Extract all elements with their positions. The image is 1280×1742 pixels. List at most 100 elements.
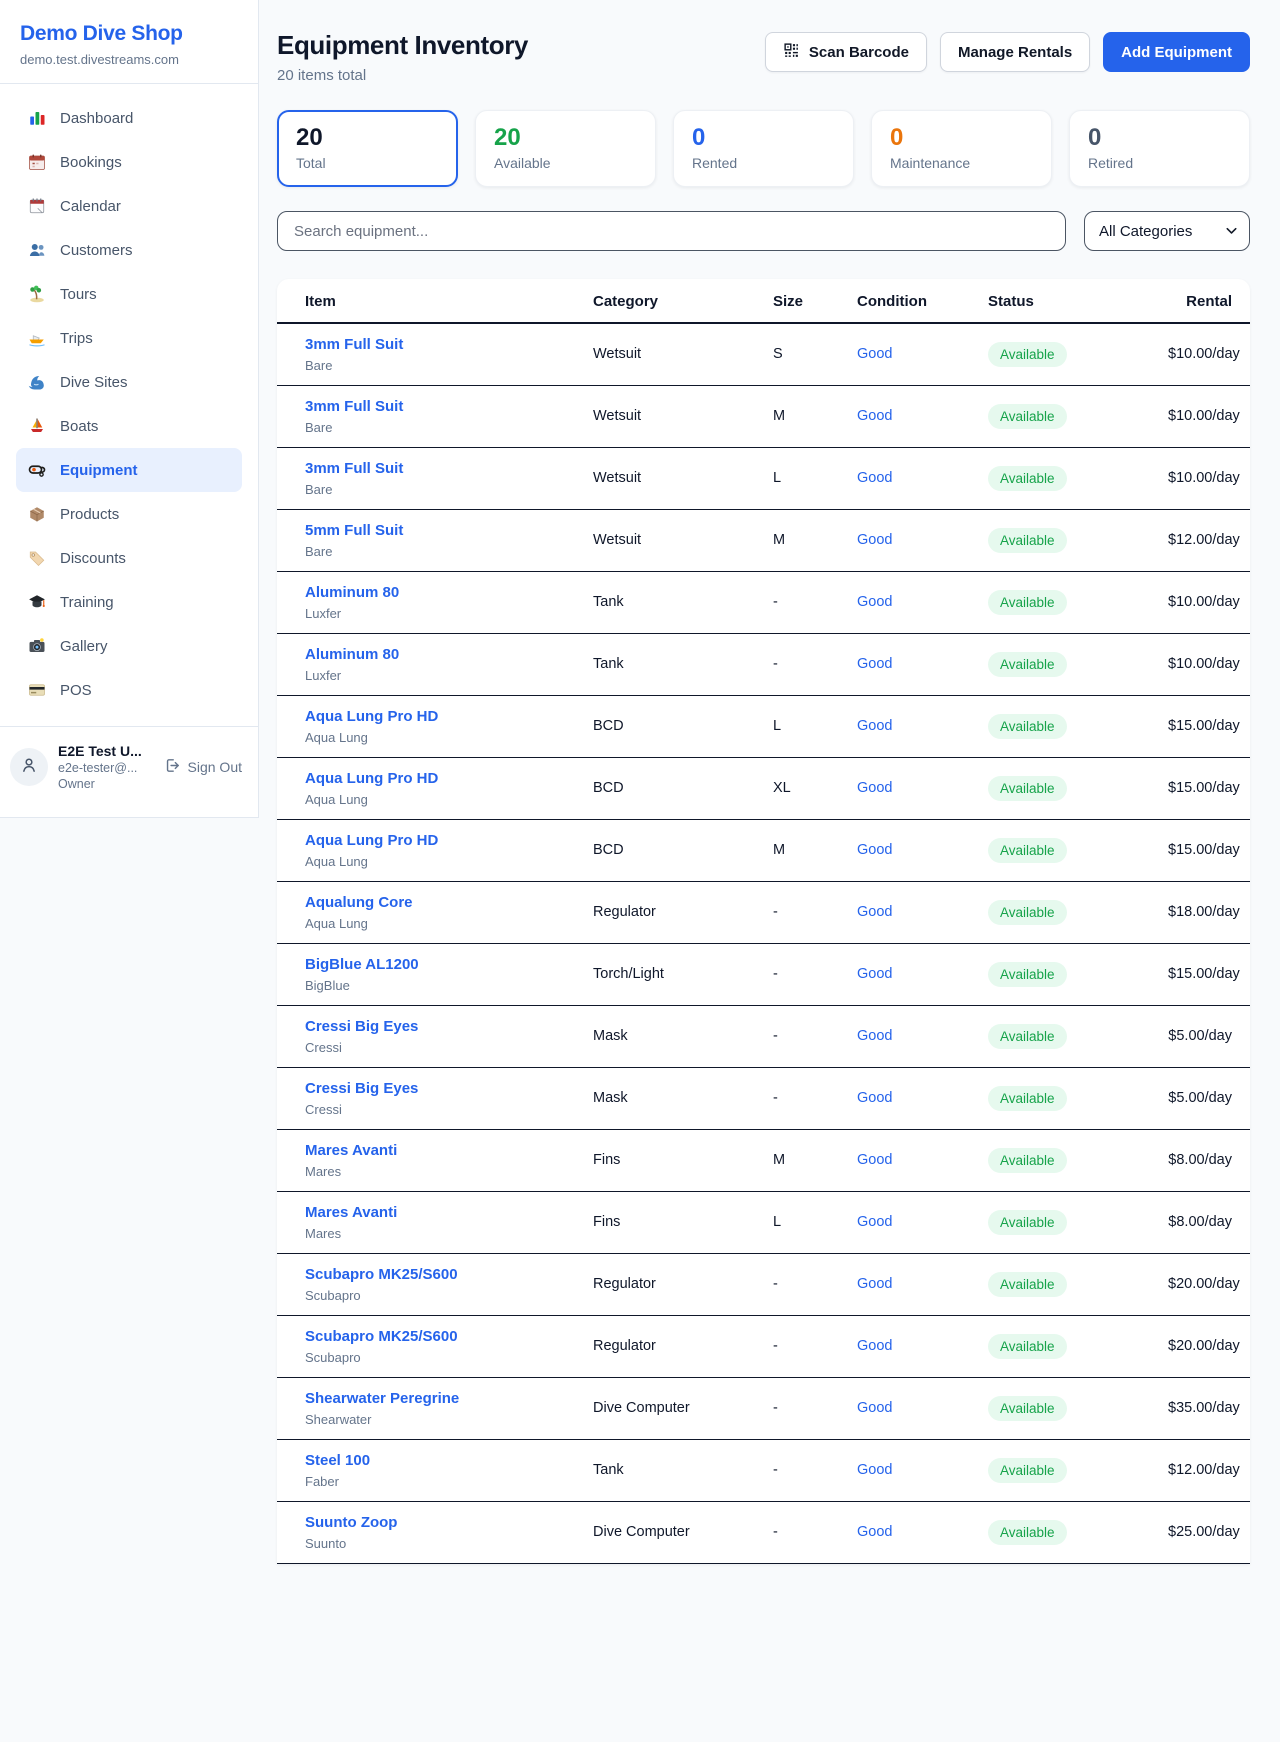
cell-size: - (763, 1501, 847, 1563)
cell-status: Available (978, 1129, 1158, 1191)
sidebar-item-products[interactable]: Products (16, 492, 242, 536)
sidebar-item-dashboard[interactable]: Dashboard (16, 96, 242, 140)
cell-status: Available (978, 1005, 1158, 1067)
condition-link[interactable]: Good (857, 1090, 892, 1106)
cell-status: Available (978, 509, 1158, 571)
condition-link[interactable]: Good (857, 656, 892, 672)
condition-link[interactable]: Good (857, 408, 892, 424)
cell-size: L (763, 447, 847, 509)
category-select[interactable]: All Categories (1084, 211, 1250, 251)
cell-status: Available (978, 447, 1158, 509)
cell-item: Aqua Lung Pro HDAqua Lung (277, 757, 583, 819)
stat-card-maintenance[interactable]: 0Maintenance (871, 110, 1052, 187)
sidebar-item-customers[interactable]: Customers (16, 228, 242, 272)
search-input[interactable] (277, 211, 1066, 251)
sidebar-item-calendar[interactable]: Calendar (16, 184, 242, 228)
item-name-link[interactable]: BigBlue AL1200 (305, 956, 419, 973)
manage-rentals-label: Manage Rentals (958, 44, 1072, 61)
sidebar-item-bookings[interactable]: Bookings (16, 140, 242, 184)
pos-icon (28, 681, 46, 699)
sidebar-item-equipment[interactable]: Equipment (16, 448, 242, 492)
item-brand: Aqua Lung (305, 916, 573, 931)
category-select-wrap: All Categories (1084, 211, 1250, 251)
sidebar: Demo Dive Shop demo.test.divestreams.com… (0, 0, 259, 818)
item-name-link[interactable]: Scubapro MK25/S600 (305, 1266, 458, 1283)
stat-card-rented[interactable]: 0Rented (673, 110, 854, 187)
cell-rental: $8.00/day (1158, 1191, 1250, 1253)
stat-card-retired[interactable]: 0Retired (1069, 110, 1250, 187)
cell-condition: Good (847, 1253, 978, 1315)
sidebar-item-tours[interactable]: Tours (16, 272, 242, 316)
item-name-link[interactable]: Cressi Big Eyes (305, 1018, 418, 1035)
cell-rental: $15.00/day (1158, 757, 1250, 819)
condition-link[interactable]: Good (857, 1462, 892, 1478)
sidebar-item-label: Bookings (60, 154, 122, 171)
item-name-link[interactable]: Mares Avanti (305, 1204, 397, 1221)
cell-condition: Good (847, 1191, 978, 1253)
item-name-link[interactable]: 3mm Full Suit (305, 336, 403, 353)
status-badge: Available (988, 1272, 1067, 1297)
item-name-link[interactable]: Scubapro MK25/S600 (305, 1328, 458, 1345)
cell-status: Available (978, 1501, 1158, 1563)
item-brand: Faber (305, 1474, 573, 1489)
condition-link[interactable]: Good (857, 718, 892, 734)
condition-link[interactable]: Good (857, 1152, 892, 1168)
sidebar-item-dive-sites[interactable]: Dive Sites (16, 360, 242, 404)
page: Demo Dive Shop demo.test.divestreams.com… (0, 0, 1280, 1742)
item-name-link[interactable]: 3mm Full Suit (305, 398, 403, 415)
cell-condition: Good (847, 819, 978, 881)
item-brand: Mares (305, 1164, 573, 1179)
item-name-link[interactable]: Aluminum 80 (305, 646, 399, 663)
condition-link[interactable]: Good (857, 842, 892, 858)
condition-link[interactable]: Good (857, 904, 892, 920)
condition-link[interactable]: Good (857, 780, 892, 796)
manage-rentals-button[interactable]: Manage Rentals (940, 32, 1090, 72)
stat-label: Maintenance (890, 155, 1033, 171)
cell-rental: $10.00/day (1158, 571, 1250, 633)
cell-item: Cressi Big EyesCressi (277, 1005, 583, 1067)
condition-link[interactable]: Good (857, 1400, 892, 1416)
condition-link[interactable]: Good (857, 1214, 892, 1230)
item-brand: Bare (305, 482, 573, 497)
cell-category: Dive Computer (583, 1501, 763, 1563)
filters-bar: All Categories (277, 211, 1250, 251)
scan-barcode-button[interactable]: Scan Barcode (765, 32, 927, 72)
item-name-link[interactable]: Mares Avanti (305, 1142, 397, 1159)
sign-out-button[interactable]: Sign Out (164, 757, 246, 777)
item-name-link[interactable]: Shearwater Peregrine (305, 1390, 459, 1407)
condition-link[interactable]: Good (857, 1524, 892, 1540)
add-equipment-button[interactable]: Add Equipment (1103, 32, 1250, 72)
item-name-link[interactable]: Cressi Big Eyes (305, 1080, 418, 1097)
item-name-link[interactable]: Steel 100 (305, 1452, 370, 1469)
item-name-link[interactable]: Aqua Lung Pro HD (305, 708, 438, 725)
sidebar-item-pos[interactable]: POS (16, 668, 242, 712)
sidebar-item-training[interactable]: Training (16, 580, 242, 624)
sidebar-item-gallery[interactable]: Gallery (16, 624, 242, 668)
condition-link[interactable]: Good (857, 346, 892, 362)
condition-link[interactable]: Good (857, 1028, 892, 1044)
item-name-link[interactable]: Aluminum 80 (305, 584, 399, 601)
stat-card-total[interactable]: 20Total (277, 110, 458, 187)
condition-link[interactable]: Good (857, 594, 892, 610)
condition-link[interactable]: Good (857, 470, 892, 486)
table-row: Steel 100FaberTank-GoodAvailable$12.00/d… (277, 1439, 1250, 1501)
sidebar-item-boats[interactable]: Boats (16, 404, 242, 448)
item-name-link[interactable]: 5mm Full Suit (305, 522, 403, 539)
condition-link[interactable]: Good (857, 532, 892, 548)
item-name-link[interactable]: Aqualung Core (305, 894, 413, 911)
condition-link[interactable]: Good (857, 966, 892, 982)
item-name-link[interactable]: Aqua Lung Pro HD (305, 832, 438, 849)
stat-card-available[interactable]: 20Available (475, 110, 656, 187)
cell-size: - (763, 1315, 847, 1377)
sidebar-item-discounts[interactable]: Discounts (16, 536, 242, 580)
products-icon (28, 505, 46, 523)
condition-link[interactable]: Good (857, 1338, 892, 1354)
sidebar-item-trips[interactable]: Trips (16, 316, 242, 360)
cell-category: BCD (583, 695, 763, 757)
condition-link[interactable]: Good (857, 1276, 892, 1292)
sidebar-item-label: Training (60, 594, 114, 611)
item-name-link[interactable]: 3mm Full Suit (305, 460, 403, 477)
item-name-link[interactable]: Aqua Lung Pro HD (305, 770, 438, 787)
item-name-link[interactable]: Suunto Zoop (305, 1514, 397, 1531)
cell-rental: $20.00/day (1158, 1315, 1250, 1377)
